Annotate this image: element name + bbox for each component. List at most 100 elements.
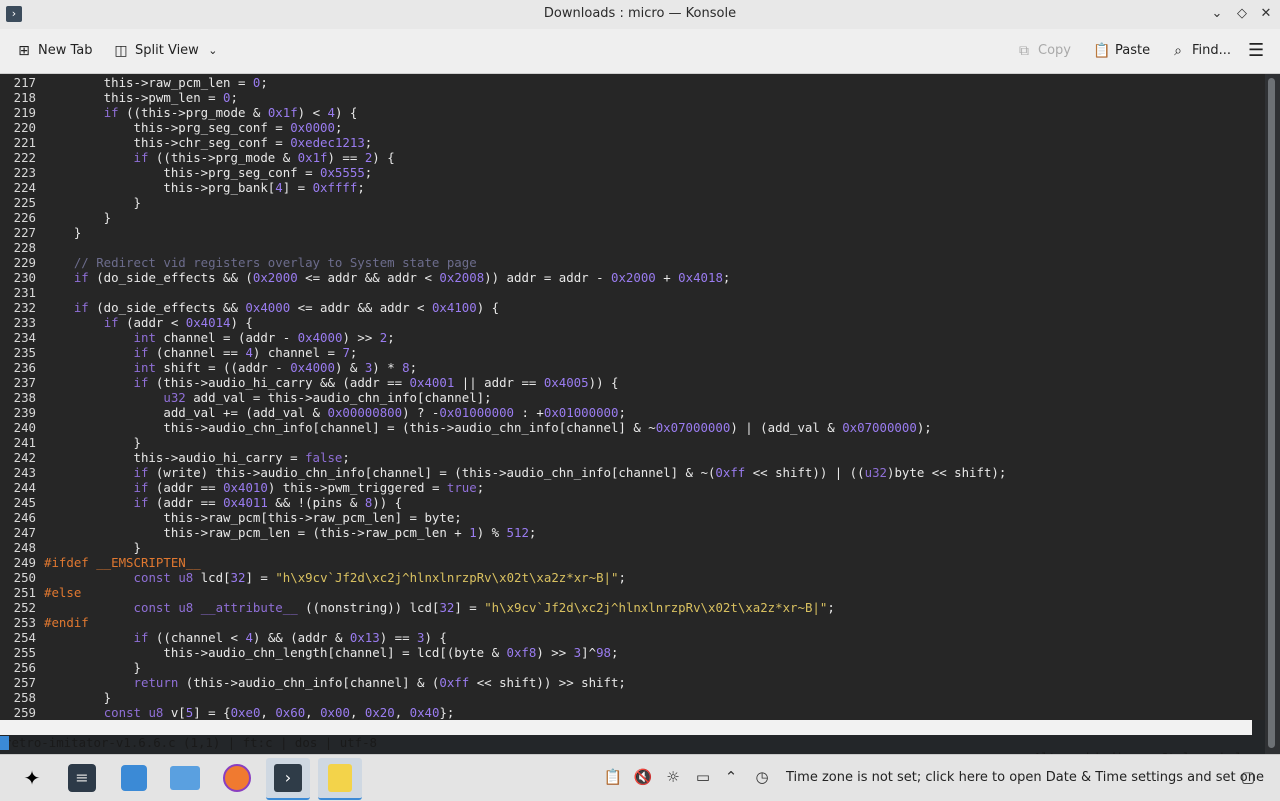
- close-icon[interactable]: ✕: [1257, 5, 1275, 23]
- paste-button[interactable]: 📋 Paste: [1093, 41, 1150, 61]
- code-line[interactable]: 221 this->chr_seg_conf = 0xedec1213;: [0, 135, 373, 150]
- code-text[interactable]: this->raw_pcm_len = (this->raw_pcm_len +…: [44, 525, 536, 540]
- system-settings-icon[interactable]: ≡: [60, 758, 104, 798]
- code-line[interactable]: 217 this->raw_pcm_len = 0;: [0, 75, 268, 90]
- code-line[interactable]: 236 int shift = ((addr - 0x4000) & 3) * …: [0, 360, 417, 375]
- code-text[interactable]: return (this->audio_chn_info[channel] & …: [44, 675, 626, 690]
- hamburger-menu-button[interactable]: ☰: [1248, 41, 1264, 61]
- maximize-icon[interactable]: ◇: [1233, 5, 1251, 23]
- code-text[interactable]: if (do_side_effects && 0x4000 <= addr &&…: [44, 300, 499, 315]
- konsole-task-icon[interactable]: ›: [266, 758, 310, 800]
- new-tab-button[interactable]: ⊞ New Tab: [16, 41, 92, 61]
- timezone-notice[interactable]: Time zone is not set; click here to open…: [786, 770, 1264, 785]
- code-line[interactable]: 219 if ((this->prg_mode & 0x1f) < 4) {: [0, 105, 358, 120]
- file-manager-icon[interactable]: [163, 758, 207, 798]
- code-text[interactable]: if (addr == 0x4010) this->pwm_triggered …: [44, 480, 485, 495]
- code-line[interactable]: 240 this->audio_chn_info[channel] = (thi…: [0, 420, 932, 435]
- display-icon[interactable]: ▭: [693, 768, 713, 786]
- code-line[interactable]: 257 return (this->audio_chn_info[channel…: [0, 675, 626, 690]
- firefox-icon[interactable]: [215, 758, 259, 798]
- split-view-button[interactable]: ◫ Split View ⌄: [113, 41, 221, 61]
- code-line[interactable]: 227 }: [0, 225, 82, 240]
- code-text[interactable]: }: [44, 435, 141, 450]
- code-line[interactable]: 223 this->prg_seg_conf = 0x5555;: [0, 165, 373, 180]
- code-text[interactable]: const u8 v[5] = {0xe0, 0x60, 0x00, 0x20,…: [44, 705, 455, 720]
- code-text[interactable]: this->raw_pcm_len = 0;: [44, 75, 268, 90]
- code-line[interactable]: 258 }: [0, 690, 112, 705]
- code-text[interactable]: if (this->audio_hi_carry && (addr == 0x4…: [44, 375, 619, 390]
- code-line[interactable]: 250 const u8 lcd[32] = "h\x9cv`Jf2d\xc2j…: [0, 570, 626, 585]
- code-line[interactable]: 239 add_val += (add_val & 0x00000800) ? …: [0, 405, 626, 420]
- code-text[interactable]: this->prg_seg_conf = 0x0000;: [44, 120, 343, 135]
- code-line[interactable]: 222 if ((this->prg_mode & 0x1f) == 2) {: [0, 150, 395, 165]
- code-line[interactable]: 234 int channel = (addr - 0x4000) >> 2;: [0, 330, 395, 345]
- code-line[interactable]: 230 if (do_side_effects && (0x2000 <= ad…: [0, 270, 731, 285]
- code-line[interactable]: 231: [0, 285, 44, 300]
- code-text[interactable]: this->prg_seg_conf = 0x5555;: [44, 165, 372, 180]
- code-line[interactable]: 233 if (addr < 0x4014) {: [0, 315, 253, 330]
- vertical-scrollbar[interactable]: [1265, 74, 1280, 754]
- code-text[interactable]: if (write) this->audio_chn_info[channel]…: [44, 465, 1007, 480]
- show-desktop-icon[interactable]: ▢: [1238, 768, 1258, 786]
- code-line[interactable]: 242 this->audio_hi_carry = false;: [0, 450, 350, 465]
- code-line[interactable]: 251 #else: [0, 585, 82, 600]
- code-line[interactable]: 226 }: [0, 210, 112, 225]
- code-text[interactable]: this->prg_bank[4] = 0xffff;: [44, 180, 364, 195]
- code-line[interactable]: 218 this->pwm_len = 0;: [0, 90, 238, 105]
- minimize-icon[interactable]: ⌄: [1208, 5, 1226, 23]
- code-line[interactable]: 246 this->raw_pcm[this->raw_pcm_len] = b…: [0, 510, 462, 525]
- code-text[interactable]: u32 add_val = this->audio_chn_info[chann…: [44, 390, 491, 405]
- code-line[interactable]: 244 if (addr == 0x4010) this->pwm_trigge…: [0, 480, 485, 495]
- code-text[interactable]: // Redirect vid registers overlay to Sys…: [44, 255, 477, 270]
- brightness-icon[interactable]: ☼: [663, 768, 683, 786]
- code-text[interactable]: const u8 lcd[32] = "h\x9cv`Jf2d\xc2j^hln…: [44, 570, 626, 585]
- code-text[interactable]: if ((channel < 4) && (addr & 0x13) == 3)…: [44, 630, 447, 645]
- code-text[interactable]: this->raw_pcm[this->raw_pcm_len] = byte;: [44, 510, 461, 525]
- code-line[interactable]: 238 u32 add_val = this->audio_chn_info[c…: [0, 390, 492, 405]
- code-line[interactable]: 256 }: [0, 660, 141, 675]
- clipboard-icon[interactable]: 📋: [603, 768, 623, 786]
- code-line[interactable]: 225 }: [0, 195, 141, 210]
- code-text[interactable]: #else: [44, 585, 81, 600]
- code-text[interactable]: #ifdef __EMSCRIPTEN__: [44, 555, 201, 570]
- volume-muted-icon[interactable]: 🔇: [633, 768, 653, 786]
- code-line[interactable]: 259 const u8 v[5] = {0xe0, 0x60, 0x00, 0…: [0, 705, 455, 720]
- code-text[interactable]: this->audio_chn_length[channel] = lcd[(b…: [44, 645, 618, 660]
- code-line[interactable]: 254 if ((channel < 4) && (addr & 0x13) =…: [0, 630, 447, 645]
- code-line[interactable]: 232 if (do_side_effects && 0x4000 <= add…: [0, 300, 499, 315]
- code-line[interactable]: 228: [0, 240, 44, 255]
- code-text[interactable]: int shift = ((addr - 0x4000) & 3) * 8;: [44, 360, 418, 375]
- code-line[interactable]: 241 }: [0, 435, 141, 450]
- code-text[interactable]: }: [44, 195, 141, 210]
- code-text[interactable]: this->audio_chn_info[channel] = (this->a…: [44, 420, 931, 435]
- code-text[interactable]: if (addr == 0x4011 && !(pins & 8)) {: [44, 495, 403, 510]
- code-text[interactable]: }: [44, 225, 81, 240]
- find-button[interactable]: ⌕ Find...: [1170, 41, 1231, 61]
- code-line[interactable]: 252 const u8 __attribute__ ((nonstring))…: [0, 600, 835, 615]
- code-text[interactable]: int channel = (addr - 0x4000) >> 2;: [44, 330, 395, 345]
- code-line[interactable]: 243 if (write) this->audio_chn_info[chan…: [0, 465, 1007, 480]
- code-text[interactable]: if ((this->prg_mode & 0x1f) < 4) {: [44, 105, 358, 120]
- text-editor-task-icon[interactable]: [318, 758, 362, 800]
- code-line[interactable]: 237 if (this->audio_hi_carry && (addr ==…: [0, 375, 619, 390]
- application-launcher-icon[interactable]: ✦: [10, 758, 54, 798]
- code-text[interactable]: this->pwm_len = 0;: [44, 90, 238, 105]
- code-line[interactable]: 229 // Redirect vid registers overlay to…: [0, 255, 477, 270]
- copy-button[interactable]: ⧉ Copy: [1016, 41, 1071, 61]
- code-line[interactable]: 224 this->prg_bank[4] = 0xffff;: [0, 180, 365, 195]
- code-text[interactable]: if ((this->prg_mode & 0x1f) == 2) {: [44, 150, 395, 165]
- code-text[interactable]: }: [44, 210, 111, 225]
- show-hidden-icons-icon[interactable]: ⌃: [721, 768, 741, 786]
- clock-icon[interactable]: ◷: [752, 768, 772, 786]
- discover-store-icon[interactable]: [112, 758, 156, 798]
- code-text[interactable]: }: [44, 690, 111, 705]
- code-text[interactable]: const u8 __attribute__ ((nonstring)) lcd…: [44, 600, 835, 615]
- code-text[interactable]: this->audio_hi_carry = false;: [44, 450, 350, 465]
- code-line[interactable]: 253 #endif: [0, 615, 89, 630]
- code-line[interactable]: 247 this->raw_pcm_len = (this->raw_pcm_l…: [0, 525, 537, 540]
- code-text[interactable]: }: [44, 540, 141, 555]
- code-line[interactable]: 255 this->audio_chn_length[channel] = lc…: [0, 645, 619, 660]
- code-text[interactable]: if (addr < 0x4014) {: [44, 315, 253, 330]
- code-text[interactable]: add_val += (add_val & 0x00000800) ? -0x0…: [44, 405, 626, 420]
- code-line[interactable]: 220 this->prg_seg_conf = 0x0000;: [0, 120, 343, 135]
